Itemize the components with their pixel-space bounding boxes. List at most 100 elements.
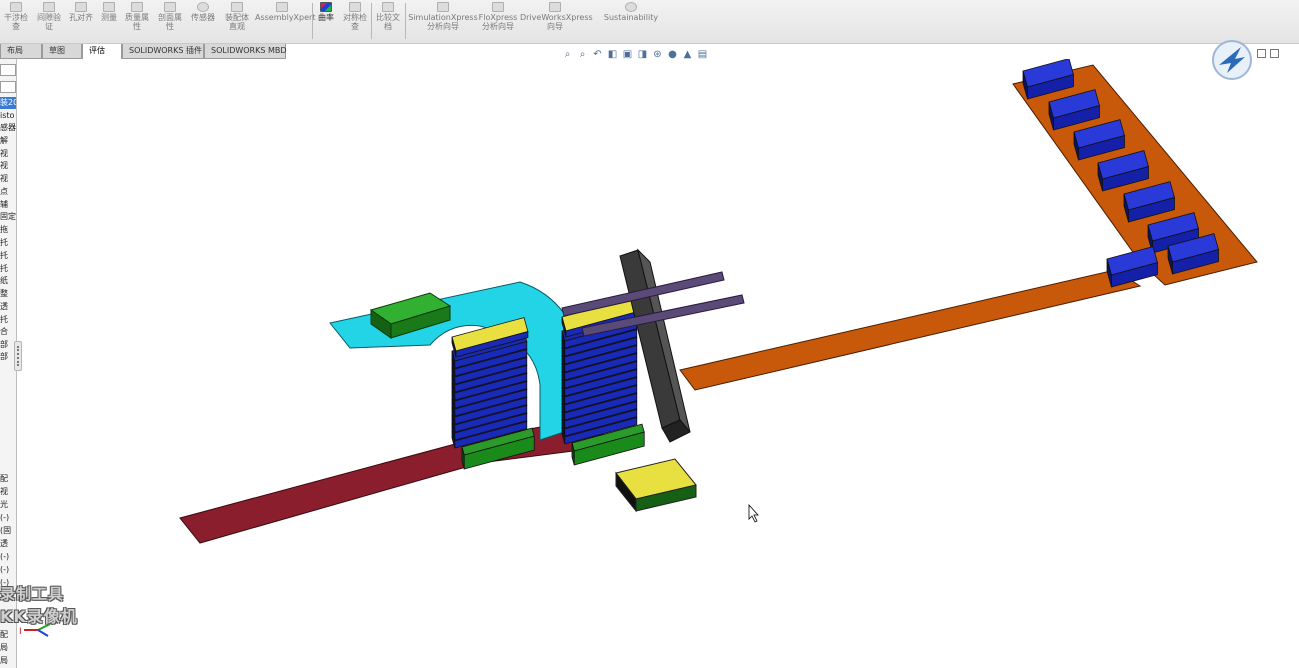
tree-item-component[interactable]: 固定 bbox=[0, 211, 16, 223]
assemblyxpert-icon bbox=[276, 2, 288, 12]
tree-item-front-view[interactable]: 视 bbox=[0, 148, 16, 160]
section-properties-button[interactable]: 剖面属 性 bbox=[155, 0, 185, 44]
config-item[interactable]: 光 bbox=[0, 499, 16, 511]
red-conveyor-belt bbox=[179, 439, 481, 544]
tree-item-annotations[interactable]: 解 bbox=[0, 135, 16, 147]
measure-icon bbox=[103, 2, 115, 12]
left-pallet-stack bbox=[451, 317, 535, 470]
assembly-3d-scene bbox=[179, 59, 1258, 544]
tree-item-component[interactable]: 整 bbox=[0, 288, 16, 300]
recorder-watermark: 录制工具 KK录像机 bbox=[0, 581, 90, 626]
tree-item-assembly[interactable]: 装20 bbox=[0, 97, 16, 109]
simulationxpress-button[interactable]: SimulationXpress 分析向导 bbox=[408, 0, 478, 44]
ribbon-separator bbox=[371, 3, 372, 39]
config-item[interactable]: 视 bbox=[0, 486, 16, 498]
display-style-icon[interactable]: ◨ bbox=[637, 49, 648, 60]
config-item[interactable]: 局 bbox=[0, 655, 16, 667]
command-manager-tabs: 布局 草图 评估 SOLIDWORKS 插件 SOLIDWORKS MBD bbox=[0, 44, 287, 59]
floxpress-icon bbox=[492, 2, 504, 12]
sensor-button[interactable]: 传感器 bbox=[188, 0, 218, 44]
compare-documents-icon bbox=[382, 2, 394, 12]
viewport-window-controls bbox=[1257, 49, 1279, 58]
assembly-visualization-icon bbox=[231, 2, 243, 12]
tree-item-component[interactable]: 拖 bbox=[0, 224, 16, 236]
assemblyxpert-button[interactable]: AssemblyXpert bbox=[255, 0, 315, 44]
orange-conveyor-belt bbox=[679, 269, 1142, 391]
section-view-icon[interactable]: ◧ bbox=[607, 49, 618, 60]
hole-align-icon bbox=[75, 2, 87, 12]
floxpress-button[interactable]: FloXpress 分析向导 bbox=[478, 0, 518, 44]
hole-alignment-button[interactable]: 孔对齐 bbox=[66, 0, 96, 44]
simulationxpress-icon bbox=[437, 2, 449, 12]
hide-show-icon[interactable]: ⊛ bbox=[652, 49, 663, 60]
config-item[interactable]: (固 bbox=[0, 525, 16, 537]
tab-solidworks-mbd[interactable]: SOLIDWORKS MBD bbox=[204, 44, 287, 59]
tree-item-history[interactable]: isto bbox=[0, 110, 16, 122]
watermark-line1: 录制工具 bbox=[0, 585, 65, 603]
tab-sketch[interactable]: 草图 bbox=[42, 44, 82, 59]
solidworks-logo bbox=[1212, 40, 1252, 80]
sensor-icon bbox=[197, 2, 209, 12]
mass-properties-button[interactable]: 质量属 性 bbox=[122, 0, 152, 44]
config-item[interactable]: 局 bbox=[0, 642, 16, 654]
apply-scene-icon[interactable]: ▲ bbox=[682, 49, 693, 60]
heads-up-view-toolbar: ⌕ ⌕ ↶ ◧ ▣ ◨ ⊛ ● ▲ ▤ bbox=[562, 47, 776, 61]
curvature-button[interactable]: 曲率 bbox=[315, 0, 337, 44]
interference-detection-button[interactable]: 干涉检 查 bbox=[2, 0, 30, 44]
tab-layout[interactable]: 布局 bbox=[0, 44, 42, 59]
edit-appearance-icon[interactable]: ● bbox=[667, 49, 678, 60]
tree-item-mates[interactable]: 合 bbox=[0, 326, 16, 338]
reference-triad: I bbox=[19, 623, 51, 637]
restore-icon[interactable] bbox=[1257, 49, 1266, 58]
clearance-icon bbox=[43, 2, 55, 12]
view-orientation-icon[interactable]: ▣ bbox=[622, 49, 633, 60]
zoom-to-fit-icon[interactable]: ⌕ bbox=[562, 49, 573, 60]
driveworksxpress-button[interactable]: DriveWorksXpress 向导 bbox=[520, 0, 593, 44]
tree-item-component[interactable]: 托 bbox=[0, 237, 16, 249]
evaluate-ribbon: 干涉检 查 间隙验 证 孔对齐 测量 质量属 性 剖面属 性 传感器 装配体 直… bbox=[0, 0, 1299, 44]
tree-item-component[interactable]: 辅 bbox=[0, 199, 16, 211]
section-properties-icon bbox=[164, 2, 176, 12]
tree-item-sensors[interactable]: 感器 bbox=[0, 122, 16, 134]
tree-item-component[interactable]: 托 bbox=[0, 314, 16, 326]
mass-properties-icon bbox=[131, 2, 143, 12]
tab-solidworks-addins[interactable]: SOLIDWORKS 插件 bbox=[122, 44, 204, 59]
graphics-viewport[interactable] bbox=[17, 59, 1299, 668]
tree-item-origin[interactable]: 点 bbox=[0, 186, 16, 198]
tree-search-input[interactable] bbox=[0, 81, 16, 93]
clearance-verification-button[interactable]: 间隙验 证 bbox=[34, 0, 64, 44]
curvature-icon bbox=[320, 2, 332, 12]
config-item[interactable]: (-) bbox=[0, 564, 16, 576]
config-item[interactable]: (-) bbox=[0, 551, 16, 563]
tree-filter-input[interactable] bbox=[0, 64, 16, 76]
maximize-icon[interactable] bbox=[1270, 49, 1279, 58]
config-item[interactable]: 配 bbox=[0, 629, 16, 641]
ribbon-separator bbox=[405, 3, 406, 39]
tree-item-component[interactable]: 纸 bbox=[0, 275, 16, 287]
tree-item-top-view[interactable]: 视 bbox=[0, 160, 16, 172]
tree-item-component[interactable]: 托 bbox=[0, 263, 16, 275]
sustainability-icon bbox=[625, 2, 637, 12]
sustainability-button[interactable]: Sustainability bbox=[600, 0, 662, 44]
driveworksxpress-icon bbox=[549, 2, 561, 12]
symmetry-check-button[interactable]: 对称检 查 bbox=[340, 0, 370, 44]
view-settings-icon[interactable]: ▤ bbox=[697, 49, 708, 60]
config-item[interactable]: 透 bbox=[0, 538, 16, 550]
previous-view-icon[interactable]: ↶ bbox=[592, 49, 603, 60]
tree-item-component[interactable]: 透 bbox=[0, 301, 16, 313]
triad-axis-label: I bbox=[19, 627, 22, 637]
tree-item-right-view[interactable]: 视 bbox=[0, 173, 16, 185]
zoom-area-icon[interactable]: ⌕ bbox=[577, 49, 588, 60]
config-item[interactable]: 配 bbox=[0, 473, 16, 485]
compare-documents-button[interactable]: 比较文 档 bbox=[373, 0, 403, 44]
symmetry-check-icon bbox=[349, 2, 361, 12]
ribbon-separator bbox=[312, 3, 313, 39]
interference-icon bbox=[10, 2, 22, 12]
mouse-cursor bbox=[748, 503, 759, 523]
measure-button[interactable]: 测量 bbox=[98, 0, 120, 44]
solidworks-window: 干涉检 查 间隙验 证 孔对齐 测量 质量属 性 剖面属 性 传感器 装配体 直… bbox=[0, 0, 1299, 668]
tab-evaluate[interactable]: 评估 bbox=[82, 44, 122, 59]
tree-item-component[interactable]: 托 bbox=[0, 250, 16, 262]
assembly-visualization-button[interactable]: 装配体 直观 bbox=[221, 0, 253, 44]
config-item[interactable]: (-) bbox=[0, 512, 16, 524]
